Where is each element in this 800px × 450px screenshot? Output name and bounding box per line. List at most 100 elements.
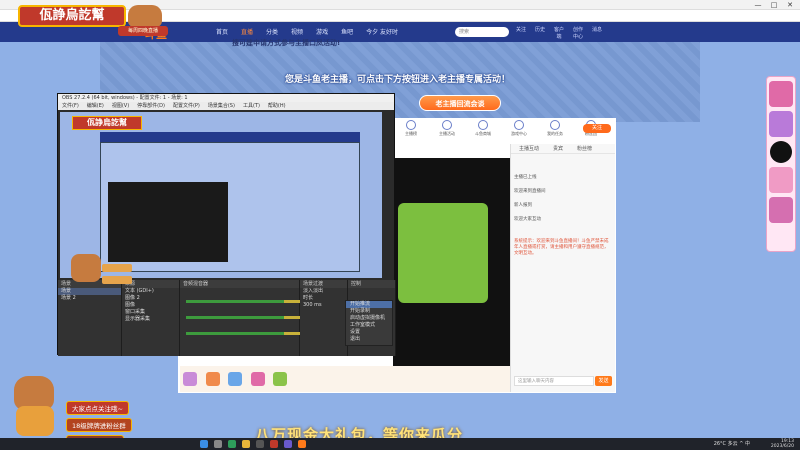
activity-card[interactable]	[769, 81, 793, 107]
app-icon[interactable]	[284, 440, 292, 448]
search-input[interactable]: 搜索	[455, 27, 509, 37]
start-icon[interactable]	[200, 440, 208, 448]
transition-select[interactable]: 淡入淡出	[300, 288, 347, 295]
duration-label: 时长	[303, 295, 314, 301]
menu-item[interactable]: 帮助(H)	[268, 102, 286, 110]
video-player[interactable]	[393, 158, 511, 380]
source-item[interactable]: 图像	[122, 302, 179, 309]
chat-tabs: 主播互动 贵宾 粉丝榜	[511, 144, 615, 154]
gift-icon[interactable]	[250, 372, 265, 386]
menu-item[interactable]: 配置文件(P)	[173, 102, 200, 110]
source-item[interactable]: 图像 2	[122, 295, 179, 302]
right-activity-rail	[766, 76, 796, 252]
rank-icon	[406, 120, 416, 130]
menu-item[interactable]: 视图(V)	[112, 102, 129, 110]
obs-titlebar: OBS 27.2.4 (64 bit, windows) - 配置文件: 1 -…	[58, 94, 394, 102]
nav-item-home[interactable]: 首页	[216, 27, 228, 36]
obs-menubar: 文件(F) 编辑(E) 视图(V) 停靠部件(D) 配置文件(P) 场景集合(S…	[58, 102, 394, 110]
menu-item[interactable]: 工具(T)	[243, 102, 260, 110]
follow-button[interactable]: 关注	[583, 124, 611, 133]
dog-mascot-icon	[71, 254, 101, 282]
app-icon[interactable]	[298, 440, 306, 448]
dog-mascot-icon	[4, 376, 64, 436]
scene-item[interactable]: 场景	[58, 288, 121, 295]
preview-player	[108, 182, 228, 262]
nav-item-video[interactable]: 视频	[291, 27, 303, 36]
site-nav: 首页 直播 分类 视频 游戏 鱼吧 今夕 友好时	[216, 27, 398, 36]
app-icon[interactable]	[270, 440, 278, 448]
history-icon[interactable]: 历史	[534, 26, 546, 40]
chat-tab[interactable]: 贵宾	[553, 144, 563, 153]
minimize-icon[interactable]: —	[750, 0, 766, 10]
settings-button[interactable]: 设置	[346, 329, 392, 336]
nav-item-category[interactable]: 分类	[266, 27, 278, 36]
start-streaming-button[interactable]: 开始推流	[346, 301, 392, 308]
game-icon	[514, 120, 524, 130]
transitions-dock: 场景过渡 淡入淡出 时长 300 ms	[300, 280, 348, 356]
menu-item[interactable]: 场景集合(S)	[208, 102, 235, 110]
category-row: 主播榜 主播活动 斗鱼商城 游戏中心 我的任务 粉丝团	[398, 120, 604, 137]
chat-tab[interactable]: 粉丝榜	[577, 144, 592, 153]
exit-button[interactable]: 退出	[346, 336, 392, 343]
folder-icon[interactable]	[242, 440, 250, 448]
source-item[interactable]: 文本 (GDI+)	[122, 288, 179, 295]
activity-card[interactable]	[769, 167, 793, 193]
shop-icon	[478, 120, 488, 130]
gift-icon[interactable]	[228, 372, 243, 386]
client-icon[interactable]: 客户端	[553, 26, 565, 40]
category-item[interactable]: 主播活动	[434, 120, 460, 137]
activity-card[interactable]	[770, 141, 792, 163]
scene-item[interactable]: 场景 2	[58, 295, 121, 302]
source-item[interactable]: 显示器采集	[122, 316, 179, 323]
obs-icon[interactable]	[256, 440, 264, 448]
nav-item-fishbar[interactable]: 鱼吧	[341, 27, 353, 36]
taskbar-clock[interactable]: 19:13 2023/6/20	[771, 439, 794, 449]
chat-message: 欢迎来到直播间	[514, 189, 546, 194]
activity-card[interactable]	[769, 197, 793, 223]
maximize-icon[interactable]: □	[766, 0, 782, 10]
menu-item[interactable]: 文件(F)	[62, 102, 79, 110]
menu-item[interactable]: 编辑(E)	[87, 102, 104, 110]
gift-icon[interactable]	[183, 372, 197, 386]
chat-input[interactable]: 这里输入聊天内容	[514, 376, 594, 386]
category-item[interactable]: 主播榜	[398, 120, 424, 137]
gift-icon[interactable]	[273, 372, 288, 386]
nav-item-promo[interactable]: 今夕 友好时	[366, 27, 398, 36]
creator-icon[interactable]: 创作中心	[572, 26, 584, 40]
chat-system-notice: 系统提示：欢迎来到斗鱼直播间！斗鱼严禁未成年人直播或打赏，请主播和用户遵守直播规…	[514, 239, 609, 256]
sources-dock: 来源 文本 (GDI+) 图像 2 图像 窗口采集 显示器采集	[122, 280, 180, 356]
start-recording-button[interactable]: 开始录制	[346, 308, 392, 315]
studio-mode-button[interactable]: 工作室模式	[346, 322, 392, 329]
obs-preview[interactable]: 佤諍烏訖幫	[60, 112, 382, 278]
nav-item-games[interactable]: 游戏	[316, 27, 328, 36]
source-item[interactable]: 窗口采集	[122, 309, 179, 316]
category-item[interactable]: 斗鱼商城	[470, 120, 496, 137]
dog-head-shape	[14, 376, 54, 410]
menu-item[interactable]: 停靠部件(D)	[137, 102, 165, 110]
browser-icon[interactable]	[228, 440, 236, 448]
search-icon[interactable]	[214, 440, 222, 448]
chat-panel: 主播互动 贵宾 粉丝榜 主播已上线 欢迎来到直播间 新人报到 欢迎大家互动 系统…	[510, 144, 615, 392]
taskbar-apps	[200, 440, 306, 448]
audio-mixer-dock: 音频混音器	[180, 280, 326, 356]
activity-card[interactable]	[769, 111, 793, 137]
chat-tab[interactable]: 主播互动	[519, 144, 539, 153]
dock-title: 场景过渡	[300, 280, 347, 288]
nav-item-live[interactable]: 直播	[241, 27, 253, 36]
duration-input[interactable]: 300 ms	[300, 302, 347, 309]
veteran-streamer-button[interactable]: 老主播回流会谈	[419, 95, 501, 111]
chat-send-button[interactable]: 发送	[595, 376, 612, 386]
overlay-tag	[102, 264, 132, 272]
close-icon[interactable]: ✕	[782, 0, 798, 10]
virtual-camera-button[interactable]: 启动虚拟摄像机	[346, 315, 392, 322]
overlay-tag	[102, 276, 132, 284]
chat-message: 主播已上线	[514, 175, 537, 180]
dog-body-shape	[16, 406, 54, 436]
gift-icon[interactable]	[205, 372, 220, 386]
system-tray[interactable]: 26°C 多云 ^ 中	[714, 440, 750, 448]
follow-header-icon[interactable]: 关注	[515, 26, 527, 40]
category-item[interactable]: 游戏中心	[506, 120, 532, 137]
controls-menu: 开始推流 开始录制 启动虚拟摄像机 工作室模式 设置 退出	[345, 300, 393, 346]
category-item[interactable]: 我的任务	[542, 120, 568, 137]
message-icon[interactable]: 消息	[591, 26, 603, 40]
